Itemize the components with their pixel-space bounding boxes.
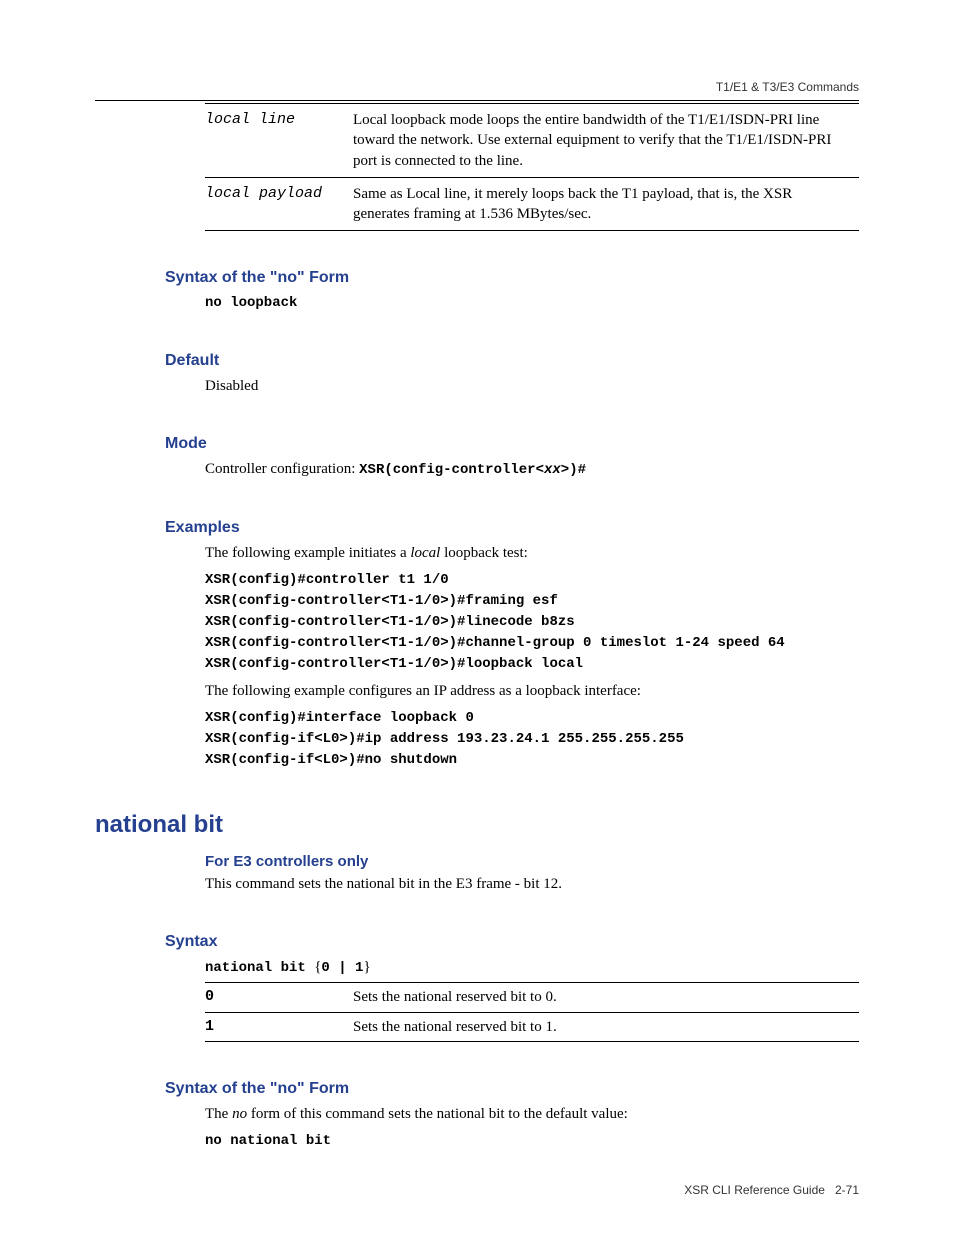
mode-code-suffix: >)#	[561, 462, 586, 478]
table-row: 1 Sets the national reserved bit to 1.	[205, 1012, 859, 1041]
table-row: 0 Sets the national reserved bit to 0.	[205, 983, 859, 1012]
default-text: Disabled	[205, 376, 859, 397]
section-heading-syntax: Syntax	[165, 933, 859, 951]
code-block: XSR(config)#controller t1 1/0 XSR(config…	[205, 570, 859, 675]
syntax-key: 1	[205, 1012, 353, 1041]
text-post: form of this command sets the national b…	[247, 1106, 628, 1122]
mode-code-var: xx	[544, 462, 561, 478]
brace-close: }	[363, 959, 370, 975]
mode-text: Controller configuration: XSR(config-con…	[205, 459, 859, 481]
code-block: XSR(config)#interface loopback 0 XSR(con…	[205, 708, 859, 771]
command-desc: This command sets the national bit in th…	[205, 874, 859, 895]
intro-pre: The following example initiates a	[205, 545, 410, 561]
syntax-desc: Sets the national reserved bit to 0.	[353, 983, 859, 1012]
mode-code-prefix: XSR(config-controller<	[359, 462, 544, 478]
header-rule	[95, 100, 859, 101]
code-block: no loopback	[205, 293, 859, 314]
section-heading-mode: Mode	[165, 435, 859, 453]
section-heading-syntax-no-form: Syntax of the "no" Form	[165, 1080, 859, 1098]
parameter-table: local line Local loopback mode loops the…	[205, 103, 859, 231]
param-key: local line	[205, 104, 353, 178]
command-heading-national-bit: national bit	[95, 811, 859, 839]
mode-prefix: Controller configuration:	[205, 461, 359, 477]
code-block: no national bit	[205, 1131, 859, 1152]
content-area: local line Local loopback mode loops the…	[205, 103, 859, 1152]
table-row: local line Local loopback mode loops the…	[205, 104, 859, 178]
text-pre: The	[205, 1106, 232, 1122]
examples-intro: The following example initiates a local …	[205, 543, 859, 564]
param-key: local payload	[205, 177, 353, 231]
page-footer: XSR CLI Reference Guide 2-71	[684, 1183, 859, 1197]
param-desc: Local loopback mode loops the entire ban…	[353, 104, 859, 178]
section-heading-syntax-no-form: Syntax of the "no" Form	[165, 269, 859, 287]
section-heading-examples: Examples	[165, 519, 859, 537]
footer-page: 2-71	[835, 1183, 859, 1197]
page-header: T1/E1 & T3/E3 Commands	[95, 80, 859, 101]
intro-post: loopback test:	[440, 545, 527, 561]
page: T1/E1 & T3/E3 Commands local line Local …	[0, 0, 954, 1235]
syntax-table: 0 Sets the national reserved bit to 0. 1…	[205, 982, 859, 1042]
syntax-line: national bit {0 | 1}	[205, 957, 859, 979]
sub-heading: For E3 controllers only	[205, 853, 859, 870]
syntax-code: national bit	[205, 960, 314, 976]
no-form-text: The no form of this command sets the nat…	[205, 1104, 859, 1125]
param-desc: Same as Local line, it merely loops back…	[353, 177, 859, 231]
header-text: T1/E1 & T3/E3 Commands	[95, 80, 859, 100]
intro-italic: local	[410, 545, 440, 561]
text-italic: no	[232, 1106, 247, 1122]
examples-intro2: The following example configures an IP a…	[205, 681, 859, 702]
table-row: local payload Same as Local line, it mer…	[205, 177, 859, 231]
footer-guide: XSR CLI Reference Guide	[684, 1183, 825, 1197]
section-heading-default: Default	[165, 352, 859, 370]
syntax-key: 0	[205, 983, 353, 1012]
syntax-options: 0 | 1	[321, 960, 363, 976]
syntax-desc: Sets the national reserved bit to 1.	[353, 1012, 859, 1041]
